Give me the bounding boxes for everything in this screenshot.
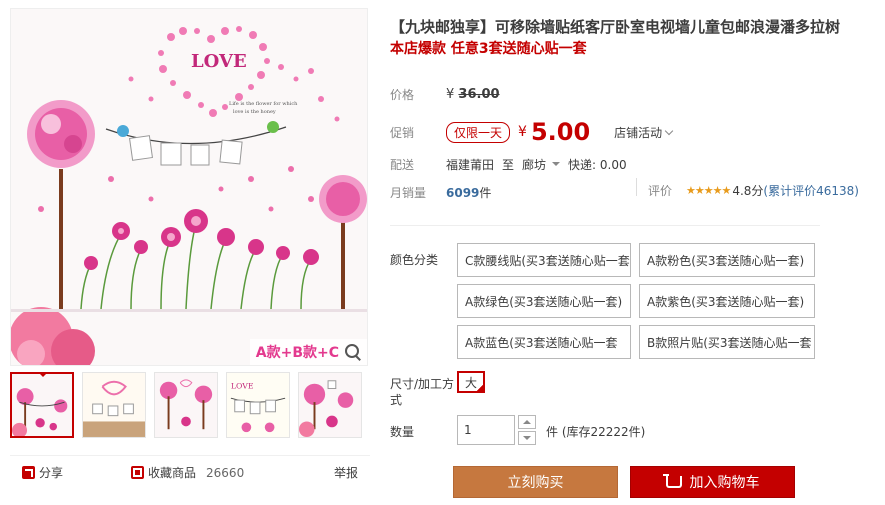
quantity-label: 数量: [390, 425, 415, 439]
product-header: 【九块邮独享】可移除墙贴纸客厅卧室电视墙儿童包邮浪漫潘多拉树 本店爆款 任意3套…: [390, 16, 880, 60]
collect-count: 26660: [206, 465, 245, 480]
ship-from: 福建莆田: [446, 158, 495, 172]
collect-icon: [131, 466, 145, 479]
main-product-image[interactable]: LOVE Life is the flower for which love i…: [10, 8, 368, 366]
thumbnail-4[interactable]: LOVE: [226, 372, 290, 438]
wall-sticker-illustration: LOVE Life is the flower for which love i…: [11, 9, 367, 365]
sales-row: 月销量 6099 件: [390, 184, 491, 201]
product-title: 【九块邮独享】可移除墙贴纸客厅卧室电视墙儿童包邮浪漫潘多拉树: [390, 18, 841, 36]
shipping-label: 配送: [390, 158, 415, 172]
quantity-input[interactable]: [457, 415, 515, 445]
rating-label: 评价: [648, 184, 673, 198]
color-option[interactable]: C款腰线贴(买3套送随心贴一套: [457, 243, 631, 277]
promo-price-row: 促销 仅限一天 ¥ 5.00 店铺活动: [390, 118, 674, 146]
promo-tag: 仅限一天: [446, 121, 511, 143]
rating-block: 评价 ★★★★★ 4.8分 (累计评价46138): [648, 182, 859, 199]
zoom-search-icon[interactable]: [343, 342, 363, 362]
share-button[interactable]: 分享: [22, 464, 63, 481]
share-label: 分享: [39, 466, 64, 480]
original-price-row: 价格 ¥ 36.00: [390, 86, 500, 103]
svg-text:Life is the flower for which: Life is the flower for which: [229, 101, 298, 107]
selected-check-icon: [475, 383, 485, 393]
love-text: LOVE: [191, 51, 247, 72]
currency-symbol: ¥: [518, 124, 527, 140]
chevron-down-icon: [664, 126, 674, 135]
arrow-down-icon: [523, 436, 531, 444]
collect-button[interactable]: 收藏商品 26660: [131, 464, 244, 481]
caret-down-icon[interactable]: [552, 162, 561, 170]
share-bar: 分享 收藏商品 26660 举报: [10, 455, 370, 481]
quantity-increase-button[interactable]: [518, 415, 536, 429]
sales-unit: 件: [479, 186, 492, 200]
buy-now-button[interactable]: 立刻购买: [453, 466, 618, 498]
banner-text: A款+B款+C: [255, 345, 339, 361]
shipping-row: 配送 福建莆田 至 廊坊 快递: 0.00: [390, 156, 627, 173]
original-price: ¥ 36.00: [446, 87, 500, 102]
thumbnail-1[interactable]: [10, 372, 74, 438]
size-option-selected[interactable]: 大: [457, 371, 485, 393]
color-option[interactable]: A款绿色(买3套送随心贴一套): [457, 284, 631, 318]
product-subtitle: 本店爆款 任意3套送随心贴一套: [390, 41, 587, 57]
size-spec-label: 尺寸/加工方 式: [390, 377, 455, 407]
svg-text:love is the honey: love is the honey: [233, 109, 276, 115]
promo-label: 促销: [390, 125, 415, 140]
color-spec-label: 颜色分类: [390, 253, 439, 267]
rating-score: 4.8分: [732, 184, 764, 198]
thumbnail-2[interactable]: [82, 372, 146, 438]
thumbnail-strip: LOVE: [10, 372, 370, 438]
add-to-cart-button[interactable]: 加入购物车: [630, 466, 795, 498]
buy-now-label: 立刻购买: [507, 475, 564, 491]
price-label: 价格: [390, 88, 415, 102]
express-fee: 快递: 0.00: [568, 158, 627, 172]
color-option[interactable]: B款照片贴(买3套送随心贴一套: [639, 325, 815, 359]
share-icon: [22, 466, 35, 479]
sales-label: 月销量: [390, 186, 427, 200]
report-link[interactable]: 举报: [334, 464, 358, 481]
divider: [636, 178, 637, 196]
svg-text:LOVE: LOVE: [231, 382, 254, 391]
section-divider: [390, 225, 820, 226]
arrow-up-icon: [523, 416, 531, 424]
color-option[interactable]: A款粉色(买3套送随心贴一套): [639, 243, 815, 277]
ship-destination[interactable]: 廊坊: [522, 156, 546, 173]
promo-price: 5.00: [530, 118, 591, 146]
color-options: C款腰线贴(买3套送随心贴一套 A款粉色(买3套送随心贴一套) A款绿色(买3套…: [457, 243, 837, 359]
zoom-banner[interactable]: A款+B款+C: [249, 339, 367, 365]
add-to-cart-label: 加入购物车: [689, 475, 760, 491]
cart-icon: [662, 474, 682, 488]
rating-stars-icon: ★★★★★: [686, 184, 731, 197]
color-option[interactable]: A款紫色(买3套送随心贴一套): [639, 284, 815, 318]
review-count-link[interactable]: (累计评价46138): [763, 182, 859, 199]
shop-event-dropdown[interactable]: 店铺活动: [614, 124, 674, 141]
thumbnail-3[interactable]: [154, 372, 218, 438]
quantity-decrease-button[interactable]: [518, 431, 536, 445]
thumbnail-5[interactable]: [298, 372, 362, 438]
sales-count: 6099: [446, 185, 480, 200]
ship-to-word: 至: [502, 158, 515, 172]
stock-info: 件 (库存22222件): [546, 425, 646, 439]
color-option[interactable]: A款蓝色(买3套送随心贴一套: [457, 325, 631, 359]
collect-label: 收藏商品: [148, 466, 197, 480]
price-panel: 价格 ¥ 36.00 促销 仅限一天 ¥ 5.00 店铺活动 配送 福建莆田 至…: [390, 78, 885, 208]
